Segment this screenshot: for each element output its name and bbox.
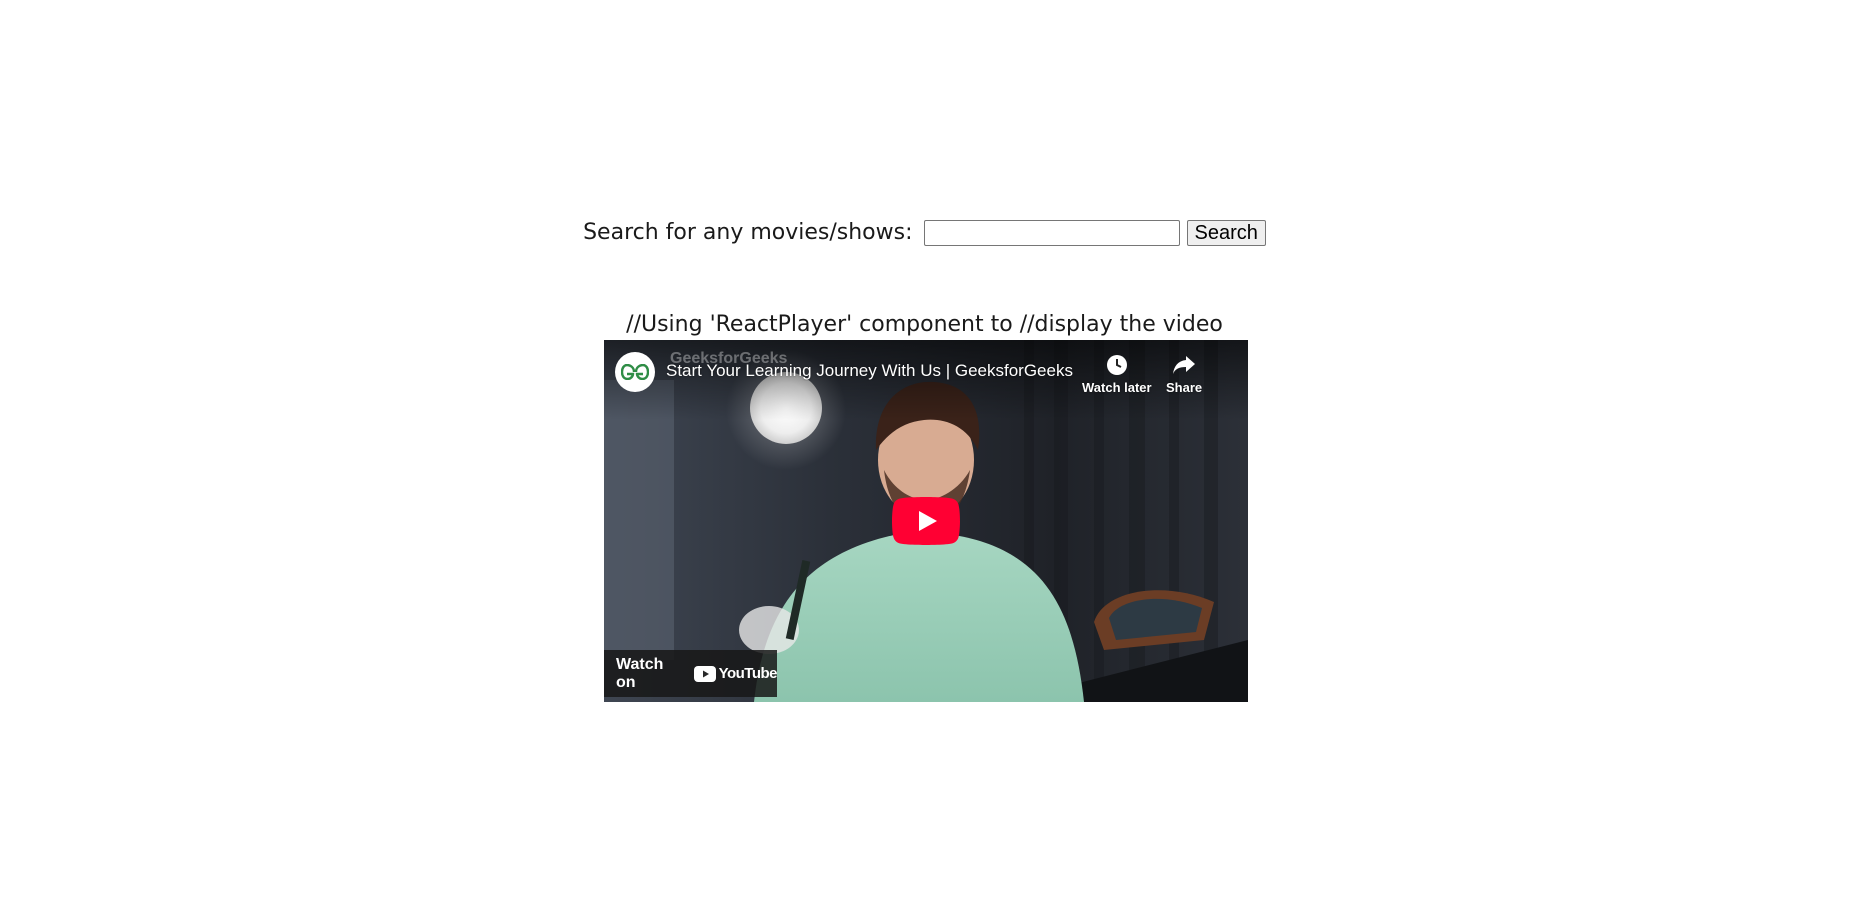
play-button[interactable] <box>892 497 960 545</box>
video-title[interactable]: Start Your Learning Journey With Us | Ge… <box>666 361 1076 381</box>
share-label: Share <box>1166 380 1203 395</box>
share-arrow-icon <box>1171 352 1197 378</box>
watch-later-label: Watch later <box>1082 380 1152 395</box>
youtube-play-icon <box>693 665 716 682</box>
youtube-logo: YouTube <box>693 665 778 682</box>
search-input[interactable] <box>923 220 1180 246</box>
watch-on-label: Watch on <box>616 655 664 691</box>
youtube-logo-text: YouTube <box>718 665 778 682</box>
watch-on-youtube-button[interactable]: Watch on YouTube <box>604 650 778 697</box>
share-button[interactable]: Share <box>1166 352 1202 395</box>
comment-text: //Using 'ReactPlayer' component to //dis… <box>626 312 1223 337</box>
search-row: Search for any movies/shows: Search <box>0 218 1849 248</box>
watch-later-button[interactable]: Watch later <box>1082 352 1152 395</box>
search-label: Search for any movies/shows: <box>583 220 913 245</box>
clock-icon <box>1104 352 1130 378</box>
page: Search for any movies/shows: Search //Us… <box>0 0 1849 917</box>
search-button[interactable]: Search <box>1186 220 1266 246</box>
video-player[interactable]: GeeksforGeeks Start Your Learning Journe… <box>604 340 1248 702</box>
gfg-logo-icon <box>621 364 649 380</box>
play-icon <box>892 497 960 545</box>
channel-logo[interactable] <box>615 352 655 392</box>
